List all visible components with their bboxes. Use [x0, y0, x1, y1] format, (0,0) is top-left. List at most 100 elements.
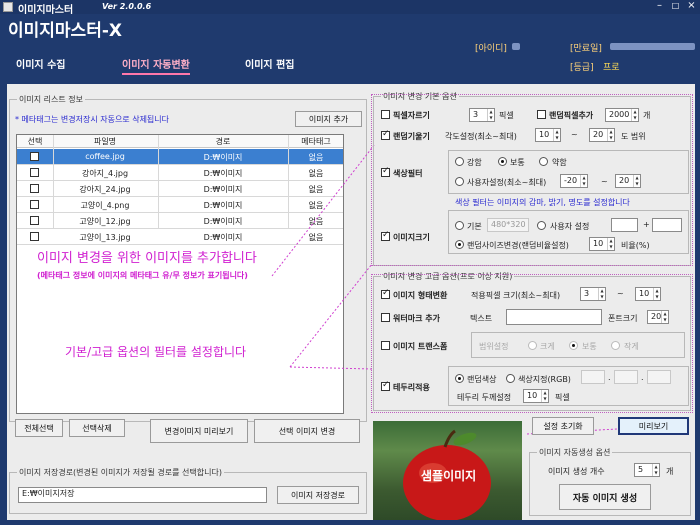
- version-label: Ver 2.0.0.6: [102, 2, 152, 11]
- font-size-stepper[interactable]: 20 ▲ ▼: [647, 310, 669, 324]
- filter-weak-radio[interactable]: [539, 157, 548, 166]
- rgb-b-input[interactable]: [647, 370, 671, 384]
- angle-max-stepper[interactable]: 20 ▲ ▼: [589, 128, 615, 142]
- border-label: 테두리적용: [393, 383, 430, 392]
- rgb-dot-2: .: [641, 373, 644, 382]
- save-path-input[interactable]: E:₩이미지저장: [18, 487, 267, 503]
- angle-tilde: ~: [571, 130, 578, 139]
- change-selected-button[interactable]: 선택 이미지 변경: [254, 419, 360, 443]
- pixel-crop-label: 픽셀자르기: [393, 111, 430, 120]
- filter-user-min-stepper[interactable]: -20 ▲ ▼: [560, 174, 588, 188]
- watermark-label: 워터마크 추가: [393, 314, 440, 323]
- gen-count-value: 5: [638, 465, 644, 474]
- select-all-button[interactable]: 전체선택: [15, 419, 63, 437]
- random-tilt-checkbox[interactable]: [381, 129, 390, 140]
- pixel-crop-checkbox[interactable]: [381, 110, 390, 119]
- arrow-to-advanced: [289, 366, 373, 370]
- border-color-specify-radio[interactable]: [506, 374, 515, 383]
- shape-max-stepper[interactable]: 10 ▲ ▼: [635, 287, 661, 301]
- filter-user-max-stepper[interactable]: 20 ▲ ▼: [615, 174, 641, 188]
- random-pixel-value: 2000: [609, 110, 630, 119]
- border-width-unit: 픽셀: [555, 393, 570, 402]
- app-icon: [3, 2, 13, 12]
- shape-min-stepper[interactable]: 3 ▲ ▼: [580, 287, 606, 301]
- color-filter-label: 색상필터: [393, 169, 423, 178]
- save-path-title: 이미지 저장경로(변경된 이미지가 저장될 경로를 선택합니다): [17, 467, 224, 478]
- range-small-radio[interactable]: [611, 341, 620, 350]
- expire-label: [만료일]: [570, 44, 602, 54]
- filter-strong-label: 강함: [467, 158, 482, 167]
- rgb-dot-1: .: [608, 373, 611, 382]
- filter-user-label: 사용자설정(최소~최대): [467, 178, 547, 187]
- range-large-radio[interactable]: [528, 341, 537, 350]
- tab-image-auto-convert[interactable]: 이미지 자동변환: [122, 56, 190, 75]
- gen-count-stepper[interactable]: 5 ▲ ▼: [634, 463, 660, 477]
- maximize-icon[interactable]: □: [668, 0, 683, 13]
- random-pixel-unit: 개: [643, 111, 651, 120]
- sample-image-label: 샘플이미지: [421, 469, 477, 483]
- size-default-field[interactable]: 480*320: [487, 218, 529, 232]
- gen-count-unit: 개: [666, 467, 674, 476]
- watermark-text-label: 텍스트: [470, 314, 493, 323]
- watermark-checkbox[interactable]: [381, 313, 390, 322]
- transform-checkbox[interactable]: [381, 341, 390, 350]
- angle-min-value: 10: [539, 130, 550, 139]
- tab-image-edit[interactable]: 이미지 편집: [245, 56, 294, 71]
- angle-max-value: 20: [593, 130, 604, 139]
- shape-min-value: 3: [584, 289, 590, 298]
- color-filter-checkbox[interactable]: [381, 166, 390, 177]
- border-random-color-radio[interactable]: [455, 374, 464, 383]
- angle-min-stepper[interactable]: 10 ▲ ▼: [535, 128, 561, 142]
- preview-changed-button[interactable]: 변경이미지 미리보기: [150, 419, 248, 443]
- shape-change-checkbox[interactable]: [381, 288, 390, 299]
- sample-image: 샘플이미지: [373, 421, 522, 520]
- range-normal-radio[interactable]: [569, 341, 578, 350]
- random-tilt-label: 랜덤기울기: [393, 132, 430, 141]
- save-path-button[interactable]: 이미지 저장경로: [277, 486, 359, 504]
- tab-image-collect[interactable]: 이미지 수집: [16, 56, 65, 71]
- id-label: [아이디]: [475, 44, 507, 54]
- range-normal-label: 보통: [582, 342, 597, 351]
- border-random-color-label: 랜덤색상: [467, 375, 497, 384]
- border-width-label: 테두리 두께설정: [457, 393, 512, 402]
- size-ratio-unit: 비율(%): [621, 241, 650, 250]
- rgb-g-input[interactable]: [614, 370, 638, 384]
- border-checkbox[interactable]: [381, 380, 390, 391]
- filter-strong-radio[interactable]: [455, 157, 464, 166]
- size-user-label: 사용자 설정: [550, 222, 590, 231]
- filter-user-radio[interactable]: [455, 177, 464, 186]
- size-default-radio[interactable]: [455, 221, 464, 230]
- random-pixel-checkbox[interactable]: [537, 110, 546, 119]
- size-user-height[interactable]: [652, 218, 682, 232]
- app-title: 이미지마스터-X: [8, 21, 123, 41]
- delete-selected-button[interactable]: 선택삭제: [69, 419, 125, 437]
- size-user-width[interactable]: [611, 218, 638, 232]
- rgb-r-input[interactable]: [581, 370, 605, 384]
- size-ratio-stepper[interactable]: 10 ▲ ▼: [589, 237, 615, 251]
- watermark-text-input[interactable]: [506, 309, 602, 325]
- image-size-checkbox[interactable]: [381, 230, 390, 241]
- close-icon[interactable]: ×: [684, 0, 699, 13]
- border-width-stepper[interactable]: 10 ▲ ▼: [523, 389, 549, 403]
- shape-max-value: 10: [639, 289, 650, 298]
- range-label: 범위설정: [479, 342, 509, 351]
- random-pixel-stepper[interactable]: 2000 ▲ ▼: [605, 108, 639, 122]
- preview-button[interactable]: 미리보기: [618, 417, 689, 435]
- filter-normal-radio[interactable]: [498, 157, 507, 166]
- shape-change-label: 이미지 형태변환: [393, 291, 448, 300]
- filter-tilde: ~: [601, 177, 608, 186]
- range-small-label: 작게: [624, 342, 639, 351]
- filter-normal-label: 보통: [510, 158, 525, 167]
- size-random-label: 랜덤사이즈변경(랜덤비율설정): [467, 241, 569, 250]
- random-pixel-label: 랜덤픽셀추가: [549, 111, 594, 120]
- pixel-crop-stepper[interactable]: 3 ▲ ▼: [469, 108, 495, 122]
- size-user-radio[interactable]: [537, 221, 546, 230]
- size-random-radio[interactable]: [455, 240, 464, 249]
- auto-generate-button[interactable]: 자동 이미지 생성: [559, 484, 651, 510]
- gen-count-label: 이미지 생성 개수: [548, 467, 605, 476]
- minimize-icon[interactable]: –: [652, 0, 667, 13]
- grade-value: 프로: [603, 63, 620, 73]
- filter-user-min-value: -20: [564, 176, 578, 185]
- reset-settings-button[interactable]: 설정 초기화: [532, 417, 594, 435]
- angle-unit: 도 범위: [621, 132, 646, 141]
